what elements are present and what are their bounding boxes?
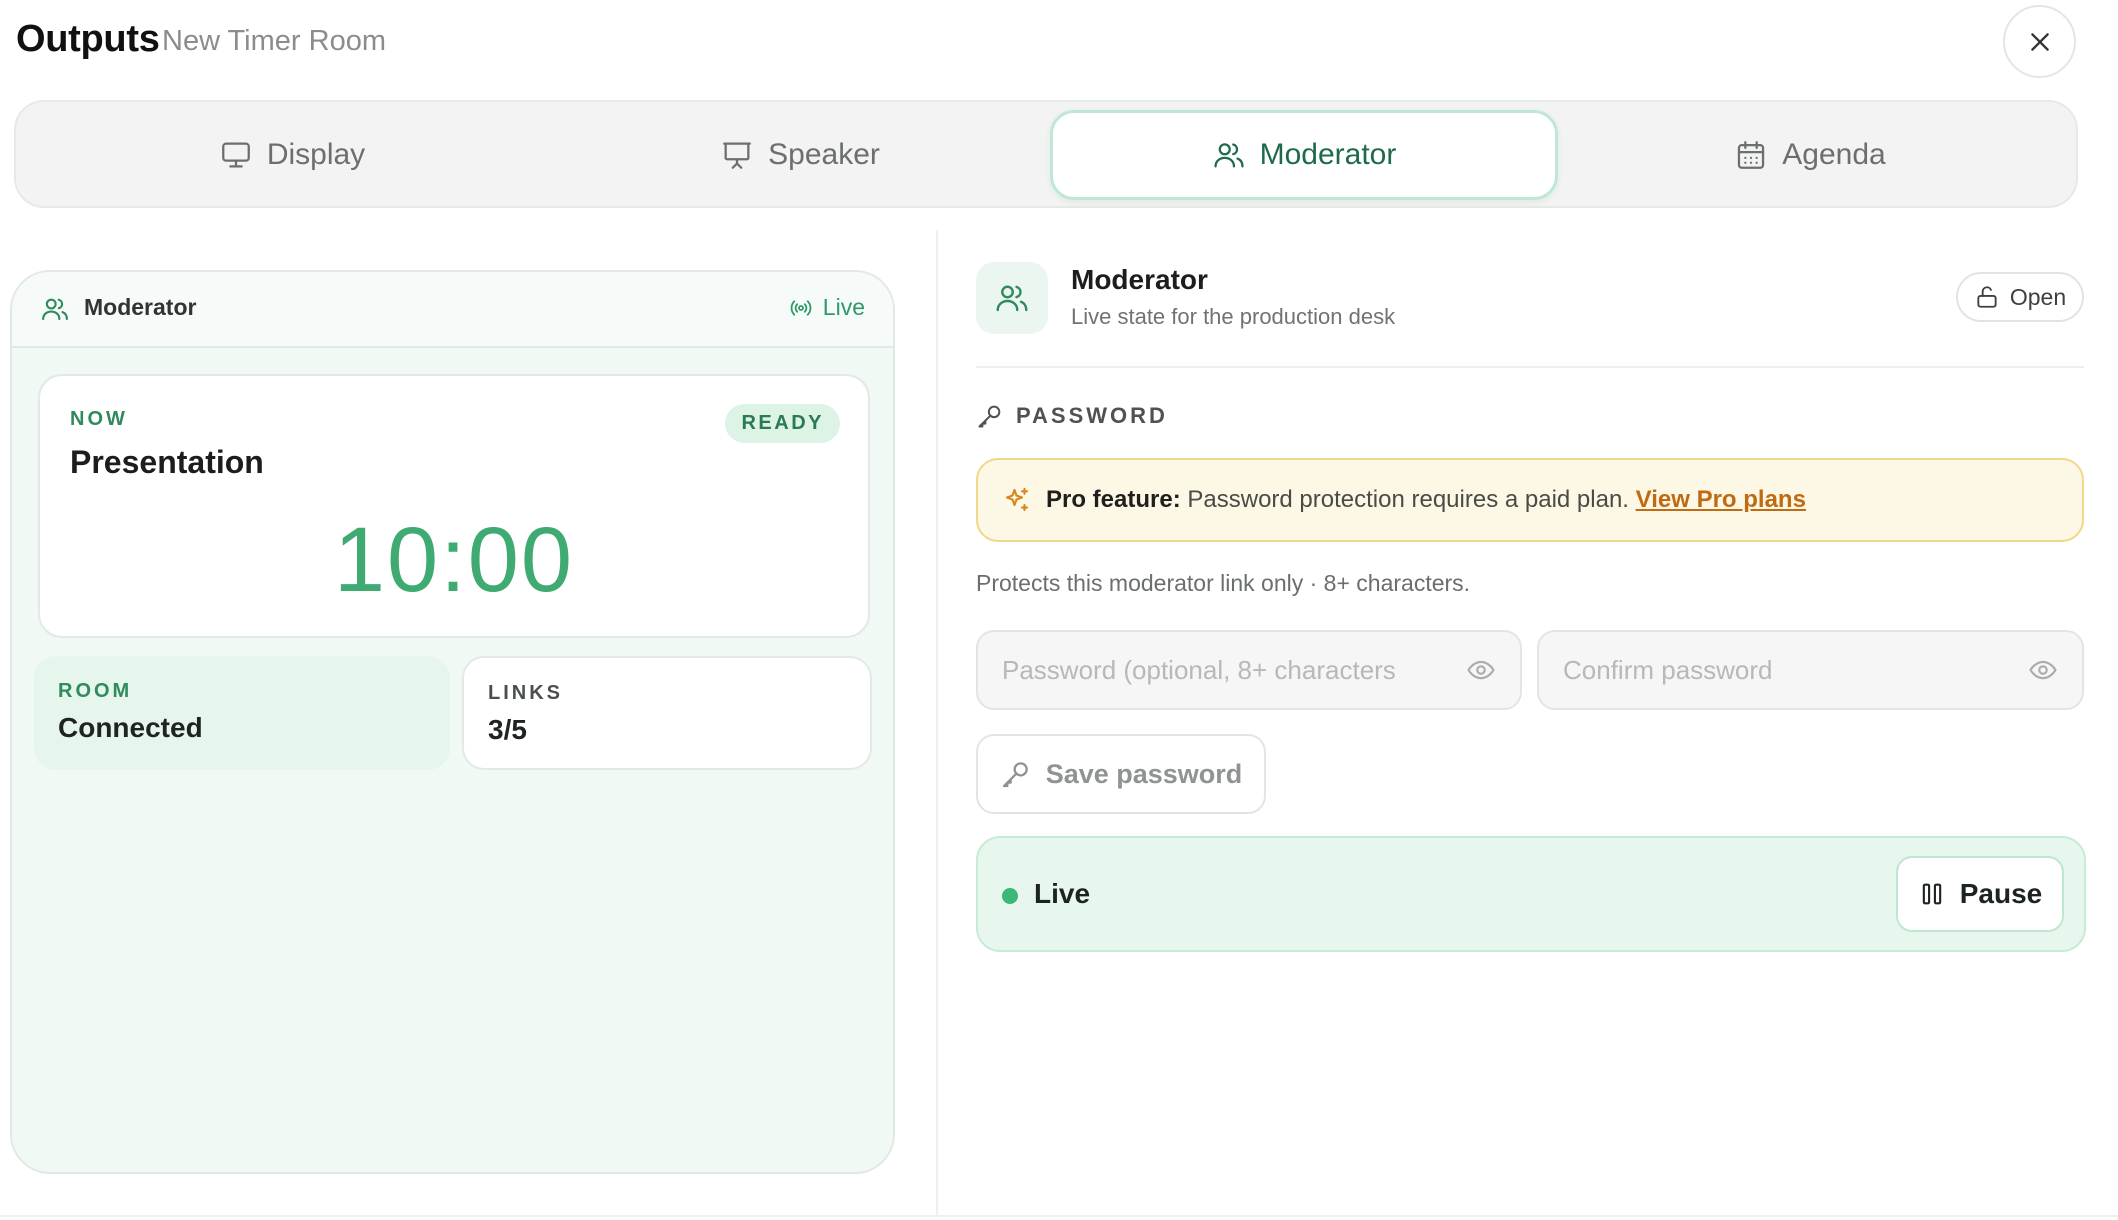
header: Outputs New Timer Room [0,0,2118,84]
live-status-label: Live [1034,878,1091,909]
pro-text: Password protection requires a paid plan… [1187,486,1629,513]
room-label: ROOM [58,680,133,702]
preview-title: Moderator [84,294,197,320]
preview-header: Moderator Live [12,272,893,348]
key-icon [1002,762,1028,788]
moderator-preview: Moderator Live NOW READY Presentation 10… [10,270,895,1174]
users-icon [1214,143,1244,168]
settings-subtitle: Live state for the production desk [1071,304,1396,329]
password-heading: PASSWORD [976,402,1168,430]
monitor-icon [221,142,250,168]
live-dot [1002,888,1018,904]
key-icon [978,405,1001,428]
links-card: LINKS 3/5 [462,656,872,770]
room-value: Connected [58,712,203,743]
presentation-icon [723,142,752,169]
open-label: Open [2009,283,2067,310]
tab-label: Speaker [768,138,880,171]
pro-label: Pro feature: [1046,486,1181,513]
settings-title: Moderator [1071,264,1208,295]
view-pro-plans-link[interactable]: View Pro plans [1636,486,1806,513]
pause-label: Pause [1959,878,2043,909]
pause-button[interactable]: Pause [1896,856,2064,932]
tab-moderator[interactable]: Moderator [1050,110,1558,200]
tab-agenda[interactable]: Agenda [1556,110,2064,200]
close-icon [2030,32,2049,51]
users-icon [996,285,1028,312]
segment-title: Presentation [70,444,264,480]
password-field[interactable]: Password (optional, 8+ characters [976,630,1522,710]
bottom-divider [0,1215,2118,1217]
tab-display[interactable]: Display [38,110,546,200]
output-tabs: Display Speaker Moderator Agenda [14,100,2078,208]
links-label: LINKS [488,682,563,704]
now-card: NOW READY Presentation 10:00 [38,374,870,638]
page-title: Outputs [16,18,160,60]
tab-label: Moderator [1259,138,1397,171]
password-heading-label: PASSWORD [1016,403,1168,428]
confirm-password-field[interactable]: Confirm password [1537,630,2084,710]
tab-speaker[interactable]: Speaker [546,110,1054,200]
close-button[interactable] [2003,5,2076,78]
section-divider [976,366,2084,368]
live-label: Live [822,294,865,320]
live-indicator: Live [789,294,865,321]
sparkles-icon [1005,487,1029,512]
tab-label: Display [266,138,366,171]
open-button[interactable]: Open [1956,272,2084,322]
broadcast-icon [790,299,812,316]
now-label: NOW [70,408,128,430]
unlock-icon [1977,286,1997,308]
eye-icon[interactable] [1466,655,1496,685]
moderator-icon-box [976,262,1048,334]
save-password-label: Save password [1045,758,1243,789]
status-badge: READY [725,404,840,443]
room-status-card: ROOM Connected [34,656,450,770]
save-password-button[interactable]: Save password [976,734,1266,814]
tab-label: Agenda [1782,138,1886,171]
links-value: 3/5 [488,714,527,745]
pro-feature-banner: Pro feature: Password protection require… [976,458,2084,542]
room-name: New Timer Room [162,25,386,57]
password-help-text: Protects this moderator link only · 8+ c… [976,570,1471,596]
eye-icon[interactable] [2028,655,2058,685]
live-status-bar: Live Pause [976,836,2086,952]
calendar-icon [1738,141,1765,169]
timer-display: 10:00 [333,509,575,611]
confirm-placeholder: Confirm password [1563,654,1773,685]
users-icon [42,298,68,321]
password-placeholder: Password (optional, 8+ characters [1002,654,1396,685]
panel-divider [936,230,938,1215]
pause-icon [1922,883,1941,905]
